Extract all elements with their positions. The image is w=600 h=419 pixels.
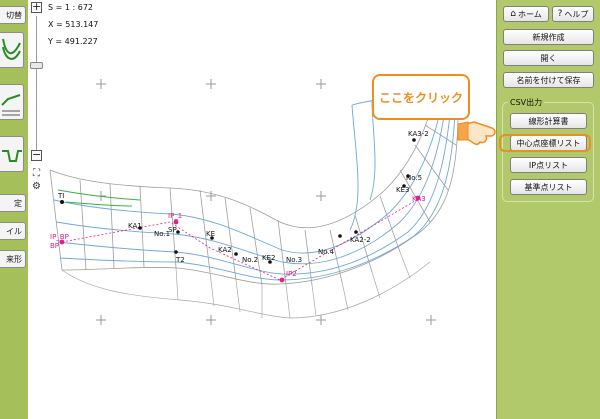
finished-shape-label: 来形 xyxy=(6,254,22,264)
label-ka2: KA2 xyxy=(218,246,232,254)
label-no4: No.4 xyxy=(318,248,335,256)
label-no3: No.3 xyxy=(286,256,302,264)
left-toolbar: 切替 定 イル 来形 xyxy=(0,0,28,419)
center-coordinate-highlight xyxy=(499,134,591,152)
green-reference-line xyxy=(57,189,141,201)
label-ti: TI xyxy=(57,192,64,200)
point-ka2-2[interactable] xyxy=(354,230,358,234)
pointing-hand-icon xyxy=(457,121,496,146)
switch-button[interactable]: 切替 xyxy=(0,6,26,24)
label-no5: No.5 xyxy=(406,174,422,182)
app-window: 切替 定 イル 来形 + − ⛶ ⚙ S = 1 : 672 X = 513.1… xyxy=(0,0,600,419)
home-icon: ⌂ xyxy=(510,9,516,19)
label-ip2: IP2 xyxy=(286,270,297,278)
curve-icon xyxy=(2,38,21,60)
click-here-callout: ここをクリック xyxy=(372,74,470,120)
point-ip2[interactable] xyxy=(279,277,285,283)
label-ka3: KA3 xyxy=(412,195,426,203)
label-t2: T2 xyxy=(175,256,185,264)
point-ti[interactable] xyxy=(60,200,64,204)
point-t2[interactable] xyxy=(174,250,178,254)
switch-label: 切替 xyxy=(6,10,22,20)
point-sp[interactable] xyxy=(176,230,180,234)
csv-output-legend: CSV出力 xyxy=(508,97,545,108)
label-ke: KE xyxy=(206,230,215,238)
label-ke3: KE3 xyxy=(396,186,409,194)
home-button[interactable]: ⌂ ホーム xyxy=(503,6,549,22)
zoom-in-button[interactable]: + xyxy=(31,1,42,13)
open-button[interactable]: 開く xyxy=(503,50,594,66)
alignment-map-canvas[interactable]: KA3-2 No.5 KE3 KA3 TI IP_BP BP IP_1 KA1 … xyxy=(44,0,496,419)
file-button[interactable]: イル xyxy=(0,222,26,240)
label-ka1: KA1 xyxy=(128,222,142,230)
cross-section-tool-button[interactable] xyxy=(0,136,24,172)
cross-section-icon xyxy=(2,150,22,162)
label-ka3-2: KA3-2 xyxy=(408,130,429,138)
new-file-button[interactable]: 新規作成 xyxy=(503,29,594,45)
label-ke2: KE2 xyxy=(262,254,275,262)
alignment-calc-button[interactable]: 線形計算書 xyxy=(510,113,587,129)
fit-extent-icon[interactable]: ⛶ xyxy=(31,168,42,179)
profile-icon xyxy=(1,94,21,116)
point-ka3-2[interactable] xyxy=(412,138,416,142)
ref-point-list-button[interactable]: 基準点リスト xyxy=(510,179,587,195)
help-icon: ? xyxy=(557,9,563,19)
label-no1: No.1 xyxy=(154,230,170,238)
label-bp: BP xyxy=(50,242,59,250)
label-ip1: IP_1 xyxy=(168,212,182,220)
help-label: ヘルプ xyxy=(564,9,589,19)
zoom-slider-track[interactable] xyxy=(36,16,37,150)
home-label: ホーム xyxy=(517,9,542,19)
ip-list-button[interactable]: IP点リスト xyxy=(510,157,587,173)
profile-tool-button[interactable] xyxy=(0,84,24,120)
label-ip-bp: IP_BP xyxy=(50,233,69,241)
point-labels: KA3-2 No.5 KE3 KA3 TI IP_BP BP IP_1 KA1 … xyxy=(50,130,429,278)
lane-lines xyxy=(53,97,456,281)
help-button[interactable]: ? ヘルプ xyxy=(552,6,594,22)
fix-button[interactable]: 定 xyxy=(0,194,26,212)
settings-gear-icon[interactable]: ⚙ xyxy=(31,181,42,192)
zoom-slider-thumb[interactable] xyxy=(30,62,43,69)
file-label: イル xyxy=(6,226,22,236)
point-ip1[interactable] xyxy=(173,219,179,225)
finished-shape-button[interactable]: 来形 xyxy=(0,250,26,268)
point-ka2[interactable] xyxy=(234,252,238,256)
label-ka2-2: KA2-2 xyxy=(350,236,371,244)
zoom-out-button[interactable]: − xyxy=(31,149,42,161)
fix-label: 定 xyxy=(14,198,22,208)
save-as-button[interactable]: 名前を付けて保存 xyxy=(503,72,594,88)
point-no3[interactable] xyxy=(338,234,342,238)
curve-tool-button[interactable] xyxy=(0,32,24,68)
label-no2: No.2 xyxy=(242,256,258,264)
